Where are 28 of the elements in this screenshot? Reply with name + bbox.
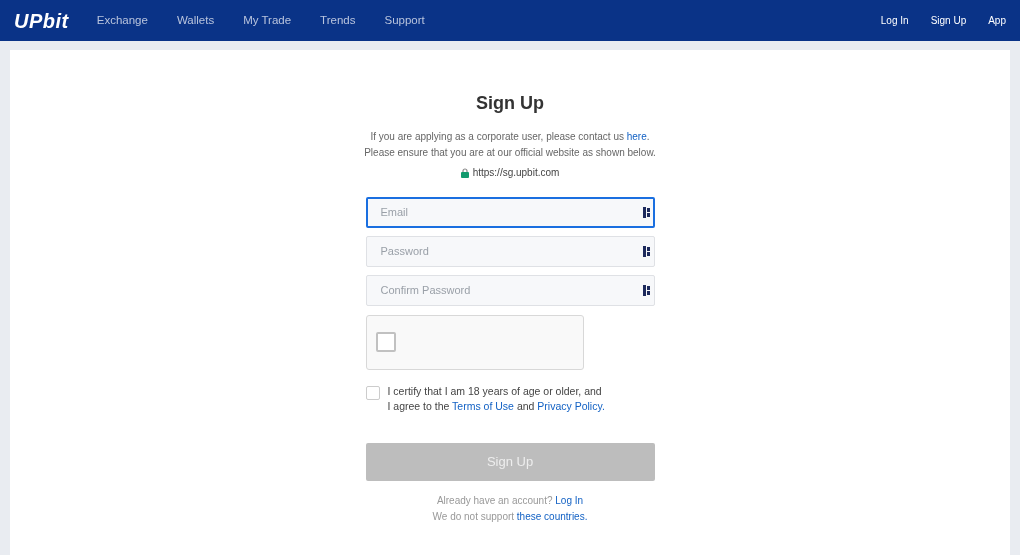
checkbox[interactable] xyxy=(365,385,380,400)
text-link[interactable]: Terms of Use xyxy=(452,399,514,412)
nav-link[interactable]: Sign Up xyxy=(930,13,967,28)
password-manager-icon[interactable] xyxy=(642,206,651,218)
page-title: Sign Up xyxy=(476,93,544,115)
lock-icon xyxy=(460,167,469,178)
nav-link[interactable]: Exchange xyxy=(96,11,148,30)
official-url: https://sg.upbit.com xyxy=(472,165,560,180)
corporate-notice: If you are applying as a corporate user, please contact us here. xyxy=(370,129,650,144)
official-site-notice: Please ensure that you are at our official website as shown below. xyxy=(364,145,656,160)
logo[interactable]: UPbit xyxy=(14,5,69,36)
nav-link[interactable]: Log In xyxy=(880,13,909,28)
password-manager-icon[interactable] xyxy=(642,245,651,257)
nav-link[interactable]: Support xyxy=(384,11,425,30)
password-manager-icon[interactable] xyxy=(642,284,651,296)
unsupported-countries-notice: We do not support these countries. xyxy=(432,509,588,524)
checkbox[interactable] xyxy=(375,332,396,353)
agreement-text: I certify that I am 18 years of age or older, and I agree to the Terms of Use and Privacy Policy. xyxy=(387,383,605,414)
nav-link[interactable]: App xyxy=(988,13,1006,28)
text-link[interactable]: Privacy Policy. xyxy=(537,399,605,412)
text-link[interactable]: here xyxy=(626,130,647,142)
nav-link[interactable]: My Trade xyxy=(243,11,292,30)
text-link[interactable]: these countries. xyxy=(516,510,588,522)
text-link[interactable]: Log In xyxy=(555,494,584,506)
nav-link[interactable]: Trends xyxy=(320,11,356,30)
nav-link[interactable]: Wallets xyxy=(176,11,215,30)
login-prompt: Already have an account? Log In xyxy=(436,493,584,508)
input-field[interactable]: Email xyxy=(365,196,655,228)
